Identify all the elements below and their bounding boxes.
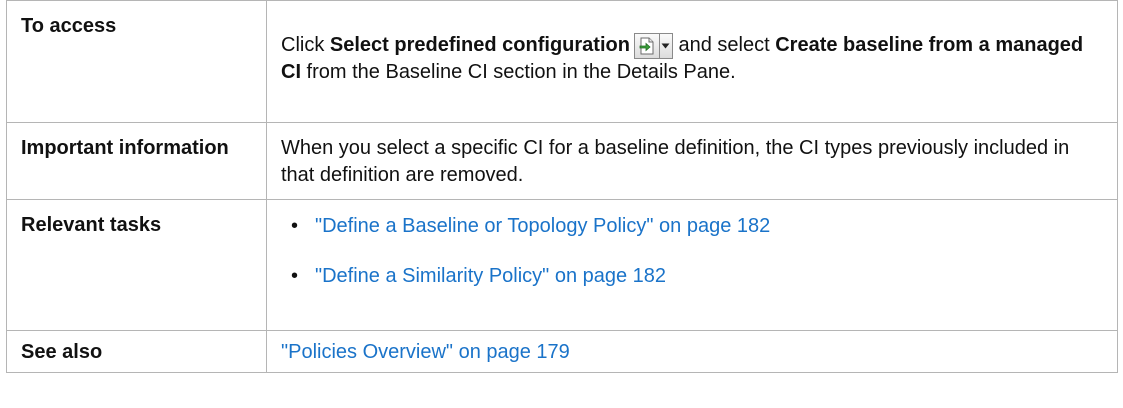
list-item: • "Define a Similarity Policy" on page 18… — [281, 263, 1103, 290]
access-text-post: from the Baseline CI section in the Deta… — [301, 61, 736, 83]
table-row: Relevant tasks • "Define a Baseline or To… — [6, 199, 1118, 331]
row-content-to-access: Click Select predefined configuration an… — [266, 0, 1118, 123]
select-predefined-configuration-label: Select predefined configuration — [329, 34, 630, 56]
row-label-see-also: See also — [6, 330, 267, 373]
access-text-mid: and select — [672, 34, 776, 56]
table-row: See also "Policies Overview" on page 179 — [6, 330, 1118, 373]
define-similarity-policy-link[interactable]: "Define a Similarity Policy" on page 182 — [315, 265, 666, 287]
info-table: To access Click Select predefined config… — [6, 0, 1118, 373]
row-label-to-access: To access — [6, 0, 267, 123]
table-row: To access Click Select predefined config… — [6, 0, 1118, 123]
row-content-important-information: When you select a specific CI for a base… — [266, 122, 1118, 200]
dropdown-arrow-icon[interactable] — [659, 33, 673, 59]
define-baseline-policy-link[interactable]: "Define a Baseline or Topology Policy" o… — [315, 215, 770, 237]
relevant-tasks-list: • "Define a Baseline or Topology Policy" … — [281, 213, 1103, 290]
access-text-pre: Click — [281, 34, 330, 56]
policies-overview-link[interactable]: "Policies Overview" on page 179 — [281, 341, 570, 363]
row-content-relevant-tasks: • "Define a Baseline or Topology Policy" … — [266, 199, 1118, 331]
row-label-important-information: Important information — [6, 122, 267, 200]
table-row: Important information When you select a … — [6, 122, 1118, 200]
row-label-relevant-tasks: Relevant tasks — [6, 199, 267, 331]
bullet-icon: • — [291, 215, 299, 237]
list-item: • "Define a Baseline or Topology Policy" … — [281, 213, 1103, 240]
select-predefined-configuration-button[interactable] — [633, 33, 673, 59]
bullet-icon: • — [291, 265, 299, 287]
select-predefined-configuration-icon — [633, 33, 660, 59]
row-content-see-also: "Policies Overview" on page 179 — [266, 330, 1118, 373]
